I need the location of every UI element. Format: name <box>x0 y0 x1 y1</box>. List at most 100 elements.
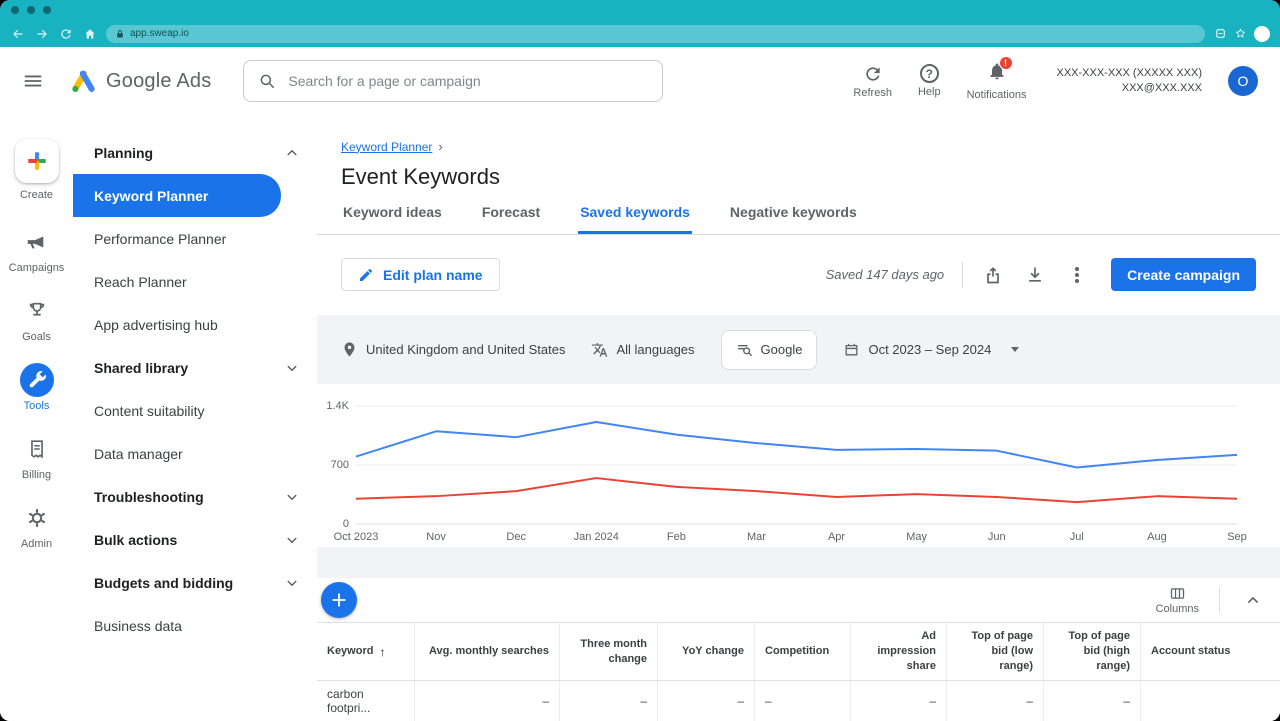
search-input[interactable] <box>288 73 648 89</box>
cell-keyword: carbon footpri... <box>317 681 415 721</box>
rail-item-campaigns[interactable]: Campaigns <box>9 225 65 274</box>
tab-keyword-ideas[interactable]: Keyword ideas <box>341 204 444 234</box>
cell-three-month-change: – <box>560 681 658 721</box>
notifications-label: Notifications <box>967 89 1027 101</box>
column-header-yoy-change[interactable]: YoY change <box>658 623 755 680</box>
column-header-ad-impression-share[interactable]: Ad impression share <box>851 623 947 680</box>
table-row[interactable]: carbon footpri... – – – – – – – <box>317 681 1280 721</box>
column-header-label: YoY change <box>682 644 744 659</box>
tab-label: Keyword ideas <box>343 204 442 220</box>
menu-button[interactable] <box>22 70 44 92</box>
chart-x-tick: Nov <box>426 531 446 543</box>
sidebar-item-budgets-and-bidding[interactable]: Budgets and bidding <box>73 561 317 604</box>
maximize-window-button[interactable] <box>43 6 51 14</box>
breadcrumb-link-keyword-planner[interactable]: Keyword Planner <box>341 140 432 154</box>
column-header-top-of-page-bid-low[interactable]: Top of page bid (low range) <box>947 623 1044 680</box>
divider <box>962 262 963 288</box>
location-filter[interactable]: United Kingdom and United States <box>341 341 565 358</box>
column-header-competition[interactable]: Competition <box>755 623 851 680</box>
app-window: app.sweap.io Google Ads Refresh <box>0 0 1280 721</box>
column-header-top-of-page-bid-high[interactable]: Top of page bid (high range) <box>1044 623 1141 680</box>
sidebar: Planning Keyword Planner Performance Pla… <box>73 115 317 721</box>
tab-label: Negative keywords <box>730 204 857 220</box>
sidebar-item-label: Business data <box>94 618 182 634</box>
user-avatar[interactable]: O <box>1228 66 1258 96</box>
pencil-icon <box>358 267 374 283</box>
sidebar-item-performance-planner[interactable]: Performance Planner <box>73 217 317 260</box>
column-header-three-month-change[interactable]: Three month change <box>560 623 658 680</box>
rail-item-admin[interactable]: Admin <box>20 501 54 550</box>
browser-extension-icon[interactable] <box>1214 27 1227 40</box>
download-button[interactable] <box>1023 263 1047 287</box>
sidebar-item-troubleshooting[interactable]: Troubleshooting <box>73 475 317 518</box>
sidebar-item-data-manager[interactable]: Data manager <box>73 432 317 475</box>
tab-negative-keywords[interactable]: Negative keywords <box>728 204 859 234</box>
add-keywords-button[interactable] <box>321 582 357 618</box>
tab-bar: Keyword ideas Forecast Saved keywords Ne… <box>317 204 1280 235</box>
network-select[interactable]: Google <box>721 330 818 370</box>
rail-item-goals[interactable]: Goals <box>20 294 54 343</box>
browser-reload-button[interactable] <box>58 26 73 41</box>
sidebar-item-reach-planner[interactable]: Reach Planner <box>73 260 317 303</box>
chart-y-tick: 700 <box>331 459 349 471</box>
rail-item-label: Campaigns <box>9 262 65 274</box>
chart-x-axis: Oct 2023NovDecJan 2024FebMarAprMayJunJul… <box>356 524 1237 548</box>
column-header-keyword[interactable]: Keyword ↑ <box>317 623 415 680</box>
sidebar-item-app-advertising-hub[interactable]: App advertising hub <box>73 303 317 346</box>
tab-saved-keywords[interactable]: Saved keywords <box>578 204 692 234</box>
columns-button[interactable]: Columns <box>1156 585 1199 615</box>
tab-forecast[interactable]: Forecast <box>480 204 542 234</box>
edit-plan-name-label: Edit plan name <box>383 267 483 283</box>
date-range-filter[interactable]: Oct 2023 – Sep 2024 <box>843 341 1019 358</box>
edit-plan-name-button[interactable]: Edit plan name <box>341 258 500 291</box>
chevron-down-icon <box>283 488 301 506</box>
search-network-icon <box>736 341 753 358</box>
lock-icon <box>115 29 125 39</box>
columns-icon <box>1169 585 1186 602</box>
cell-yoy-change: – <box>658 681 755 721</box>
language-filter[interactable]: All languages <box>591 341 694 358</box>
help-button[interactable]: ? Help <box>918 64 941 98</box>
sidebar-item-content-suitability[interactable]: Content suitability <box>73 389 317 432</box>
line-chart-canvas[interactable] <box>356 406 1237 524</box>
chart-x-tick: Feb <box>667 531 686 543</box>
google-ads-logo[interactable]: Google Ads <box>70 68 211 95</box>
sidebar-item-label: Budgets and bidding <box>94 575 233 591</box>
campaigns-megaphone-icon <box>25 231 47 253</box>
sidebar-item-business-data[interactable]: Business data <box>73 604 317 647</box>
rail-item-billing[interactable]: Billing <box>20 432 54 481</box>
chart-y-tick: 1.4K <box>326 400 349 412</box>
column-header-account-status[interactable]: Account status <box>1141 623 1280 680</box>
sidebar-item-label: Shared library <box>94 360 188 376</box>
sidebar-item-keyword-planner[interactable]: Keyword Planner <box>73 174 281 217</box>
plan-toolbar: Edit plan name Saved 147 days ago Create… <box>317 235 1280 315</box>
column-header-avg-monthly-searches[interactable]: Avg. monthly searches <box>415 623 560 680</box>
notifications-button[interactable]: ! Notifications <box>967 61 1027 101</box>
browser-profile-avatar[interactable] <box>1254 26 1270 42</box>
sidebar-item-planning[interactable]: Planning <box>73 131 317 174</box>
bookmark-star-icon[interactable] <box>1234 27 1247 40</box>
rail-item-label: Goals <box>22 331 51 343</box>
browser-forward-button[interactable] <box>34 26 49 41</box>
address-bar[interactable]: app.sweap.io <box>106 25 1205 43</box>
sidebar-item-shared-library[interactable]: Shared library <box>73 346 317 389</box>
minimize-window-button[interactable] <box>27 6 35 14</box>
refresh-button[interactable]: Refresh <box>853 64 892 99</box>
create-campaign-button[interactable]: Create campaign <box>1111 258 1256 291</box>
breadcrumb: Keyword Planner › <box>317 115 1280 154</box>
create-button[interactable]: Create <box>15 139 59 201</box>
browser-home-button[interactable] <box>82 26 97 41</box>
share-button[interactable] <box>981 263 1005 287</box>
chart-x-tick: Jul <box>1070 531 1084 543</box>
more-options-button[interactable] <box>1065 263 1089 287</box>
language-filter-label: All languages <box>616 342 694 357</box>
rail-item-tools[interactable]: Tools <box>20 363 54 412</box>
close-window-button[interactable] <box>11 6 19 14</box>
search-bar[interactable] <box>243 60 663 102</box>
sidebar-item-bulk-actions[interactable]: Bulk actions <box>73 518 317 561</box>
notification-badge: ! <box>999 56 1013 70</box>
rail-item-label: Billing <box>22 469 51 481</box>
collapse-table-button[interactable] <box>1240 587 1266 613</box>
chart-x-tick: May <box>906 531 927 543</box>
browser-back-button[interactable] <box>10 26 25 41</box>
